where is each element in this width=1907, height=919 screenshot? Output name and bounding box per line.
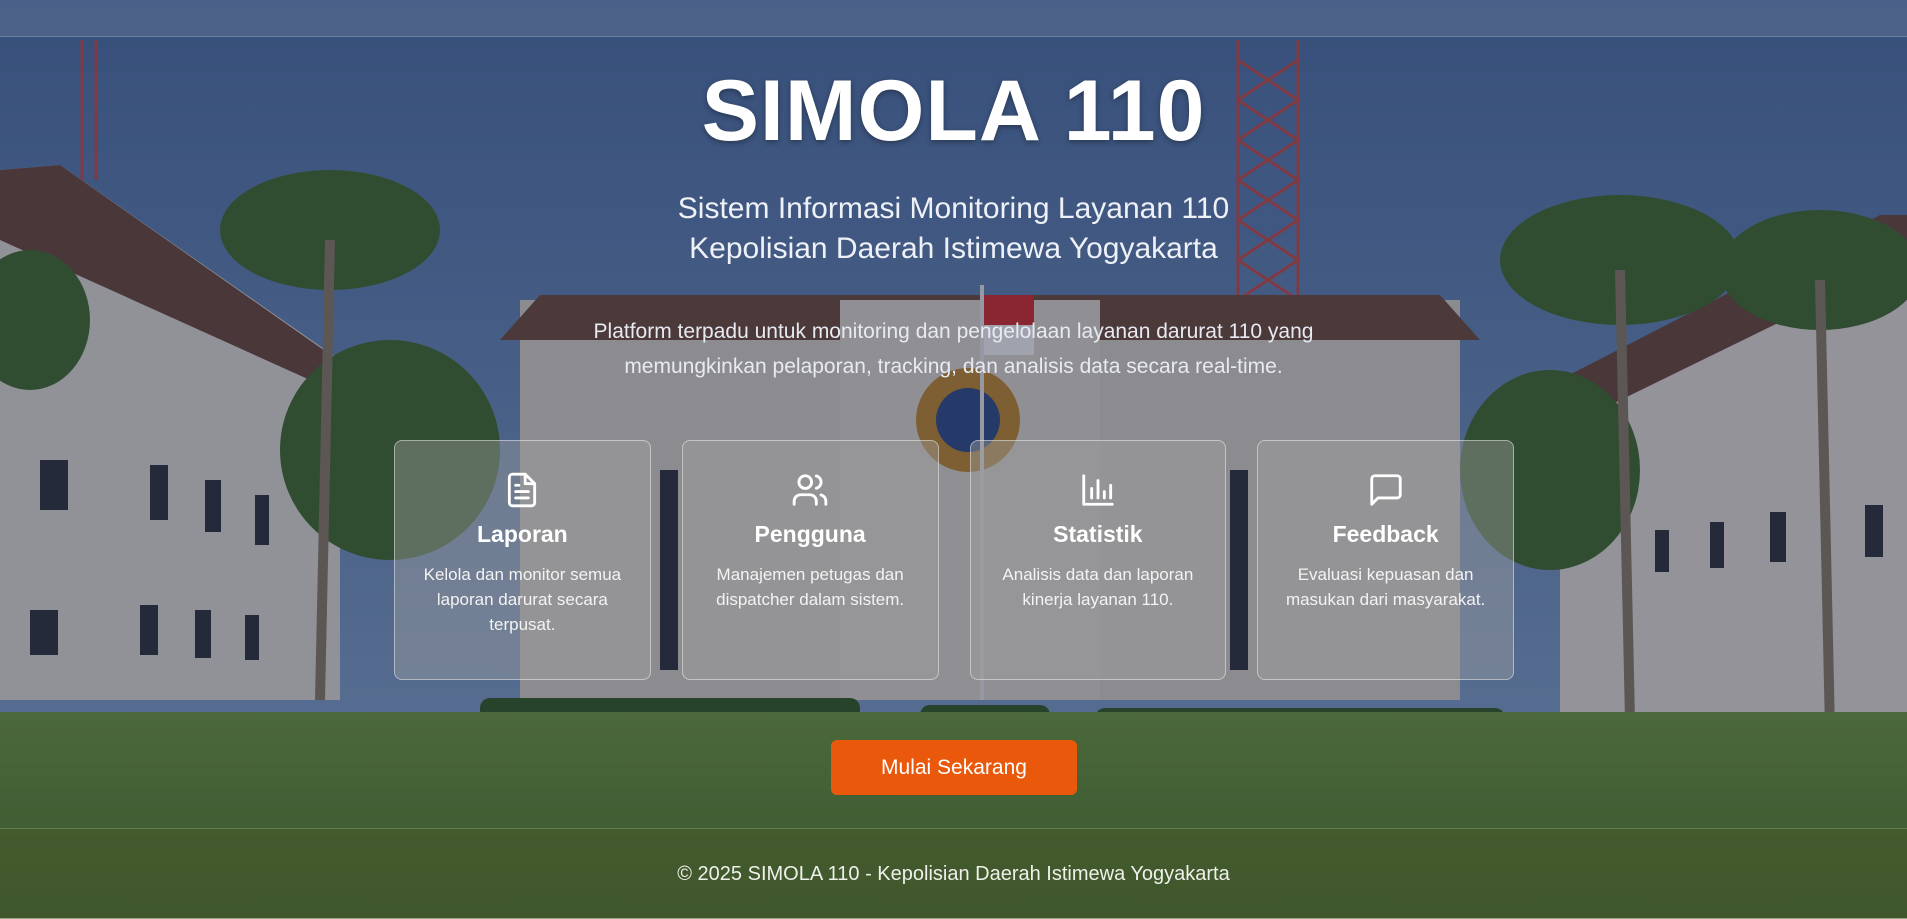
subtitle-line-2: Kepolisian Daerah Istimewa Yogyakarta [689, 232, 1218, 265]
chat-bubble-icon [1369, 474, 1402, 506]
page-title: SIMOLA 110 [701, 63, 1206, 159]
subtitle-line-1: Sistem Informasi Monitoring Layanan 110 [677, 192, 1230, 225]
footer: © 2025 SIMOLA 110 - Kepolisian Daerah Is… [0, 828, 1907, 919]
start-now-button[interactable]: Mulai Sekarang [831, 740, 1077, 795]
feature-card-title: Feedback [1332, 521, 1439, 547]
feature-card-statistik[interactable]: Statistik Analisis data dan laporan kine… [969, 440, 1227, 680]
description: Platform terpadu untuk monitoring dan pe… [0, 314, 1907, 384]
top-navbar [0, 0, 1907, 37]
feature-card-feedback[interactable]: Feedback Evaluasi kepuasan dan masukan d… [1257, 440, 1514, 680]
feature-card-title: Pengguna [754, 521, 866, 547]
feature-card-description: Evaluasi kepuasan dan masukan dari masya… [1285, 565, 1486, 609]
feature-card-description: Manajemen petugas dan dispatcher dalam s… [716, 565, 905, 609]
footer-copyright: © 2025 SIMOLA 110 - Kepolisian Daerah Is… [677, 863, 1230, 885]
feature-cards: Laporan Kelola dan monitor semua laporan… [394, 440, 1514, 680]
users-icon [792, 474, 828, 506]
description-line-1: Platform terpadu untuk monitoring dan pe… [593, 320, 1314, 343]
feature-card-title: Laporan [477, 521, 568, 547]
description-line-2: memungkinkan pelaporan, tracking, dan an… [624, 355, 1283, 378]
feature-card-description: Kelola dan monitor semua laporan darurat… [423, 565, 622, 634]
feature-card-title: Statistik [1053, 521, 1143, 547]
feature-card-laporan[interactable]: Laporan Kelola dan monitor semua laporan… [394, 440, 651, 680]
feature-card-pengguna[interactable]: Pengguna Manajemen petugas dan dispatche… [681, 440, 939, 680]
bar-chart-icon [1082, 474, 1114, 506]
document-icon [508, 472, 537, 508]
feature-card-description: Analisis data dan laporan kinerja layana… [1002, 565, 1194, 609]
